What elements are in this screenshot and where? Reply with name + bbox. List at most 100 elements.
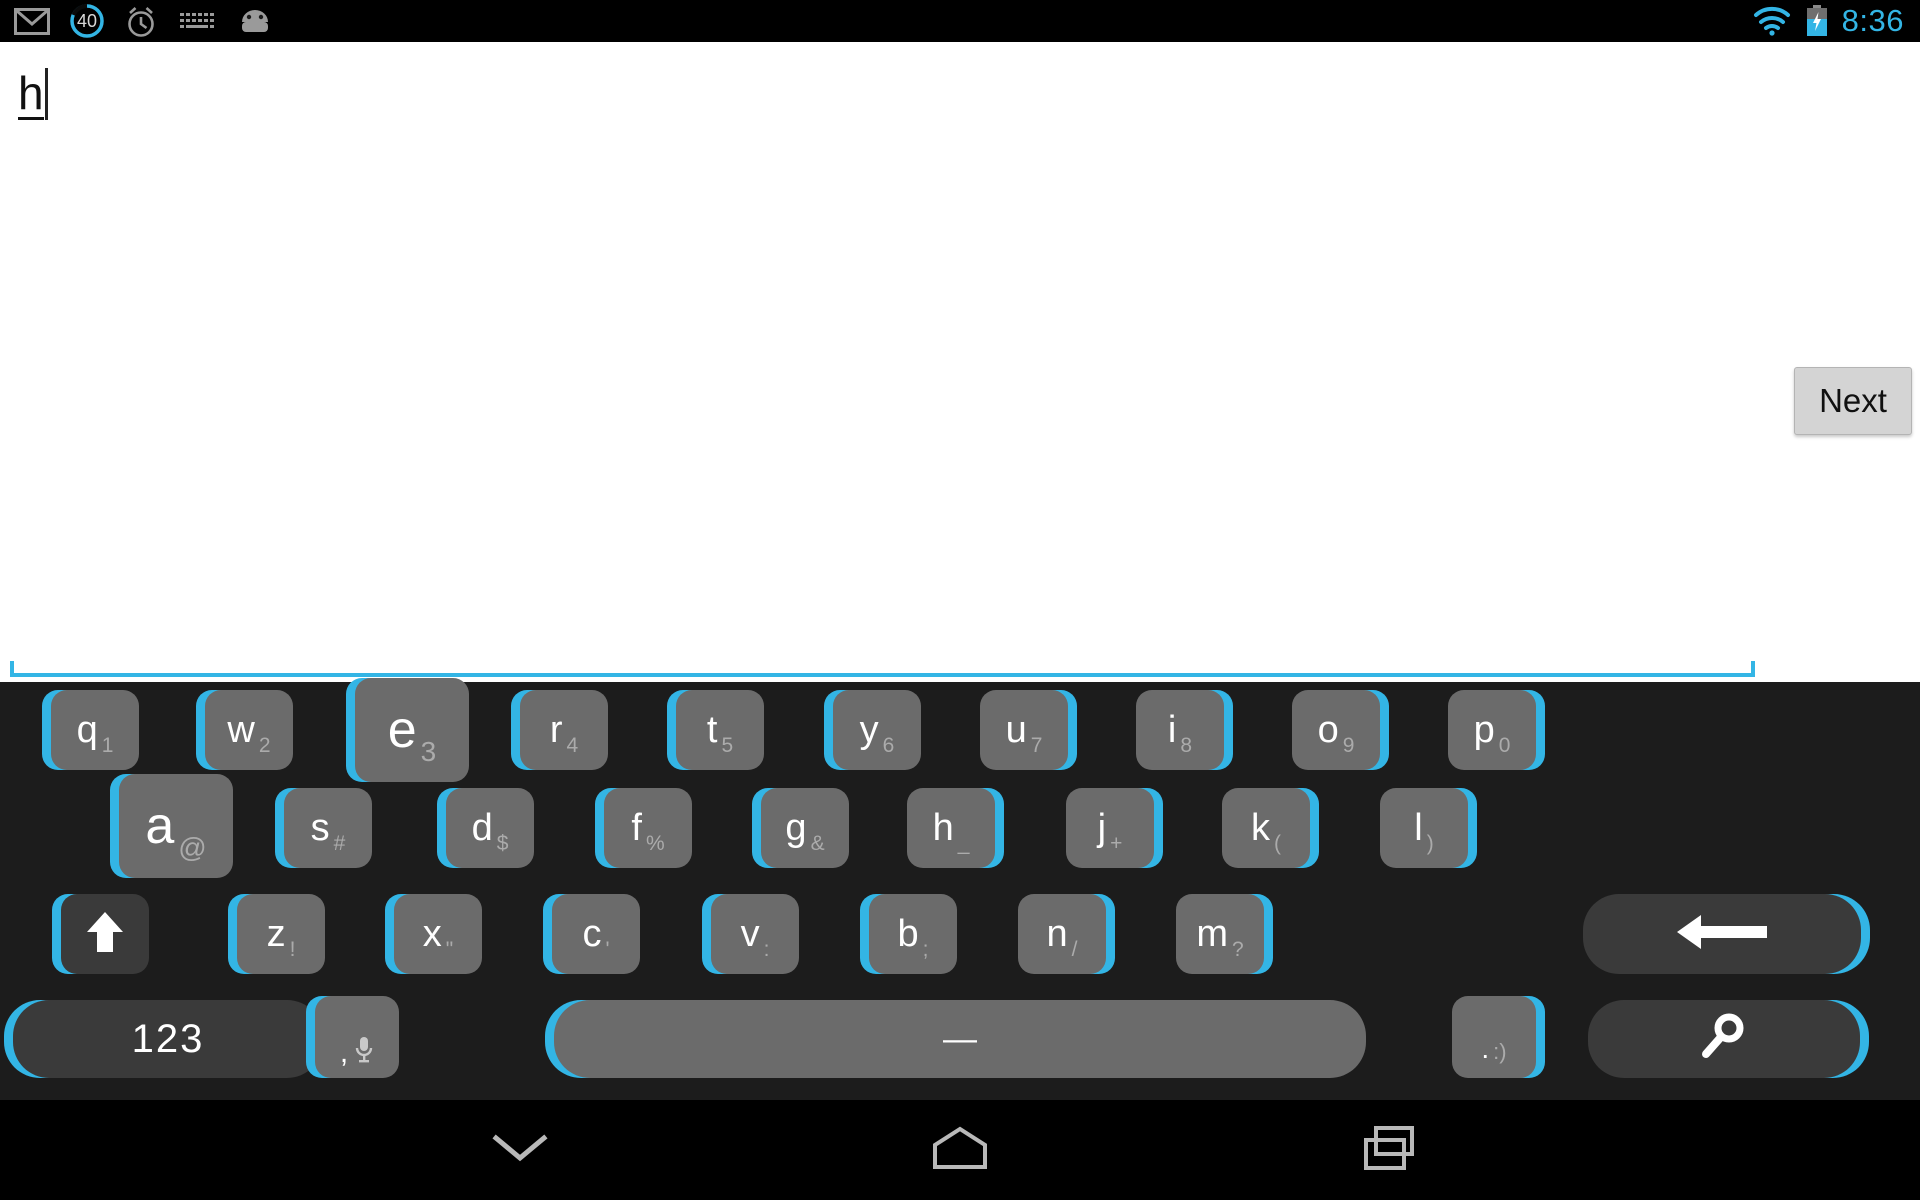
key-face: n / (1018, 894, 1106, 974)
soft-keyboard: q1w2e3r4t5y6u7i8o9p0 a @ s # d $ f% g & h _ j + k(l) … (0, 678, 1920, 1100)
key-face: s # (284, 788, 372, 868)
key-face: b; (869, 894, 957, 974)
search-icon (1696, 1011, 1752, 1068)
key-x[interactable]: x " (385, 894, 482, 974)
key-b[interactable]: b; (860, 894, 957, 974)
key-label: v: (740, 913, 770, 960)
key-l[interactable]: l) (1380, 788, 1477, 868)
key-q[interactable]: q1 (42, 690, 139, 770)
key-f[interactable]: f% (595, 788, 692, 868)
key-v[interactable]: v: (702, 894, 799, 974)
key-c[interactable]: c ' (543, 894, 640, 974)
key-face: m? (1176, 894, 1264, 974)
key-z[interactable]: z! (228, 894, 325, 974)
key-face: c ' (552, 894, 640, 974)
key-label: w2 (227, 711, 270, 756)
key-space[interactable]: — (545, 1000, 1366, 1078)
key-n[interactable]: n / (1018, 894, 1115, 974)
status-bar: 40 8:36 (0, 0, 1920, 42)
key-y[interactable]: y6 (824, 690, 921, 770)
key-sub-label: & (810, 832, 825, 855)
key-sub-label: 4 (566, 734, 579, 757)
key-s[interactable]: s # (275, 788, 372, 868)
key-j[interactable]: j + (1066, 788, 1163, 868)
key-label: d $ (471, 807, 509, 854)
key-w[interactable]: w2 (196, 690, 293, 770)
key-main-label: o (1317, 709, 1339, 751)
key-sub-label: _ (957, 832, 970, 855)
key-h[interactable]: h _ (907, 788, 1004, 868)
key-main-label: k (1251, 807, 1270, 849)
key-label: o9 (1317, 709, 1355, 756)
key-t[interactable]: t5 (667, 690, 764, 770)
key-e[interactable]: e3 (346, 678, 469, 782)
key-face: a @ (119, 774, 233, 878)
key-label: z! (266, 913, 296, 960)
arrow-up-icon (83, 908, 127, 961)
key-label: y6 (860, 711, 895, 756)
key-main-label: s (310, 807, 330, 849)
key-main-label: q (76, 709, 98, 751)
key-label: x " (423, 915, 453, 960)
key-main-label: p (1473, 709, 1495, 751)
key-face: , (315, 996, 399, 1078)
backspace-arrow-icon (1673, 911, 1771, 958)
nav-hide-keyboard[interactable] (420, 1100, 620, 1200)
key-face: q1 (51, 690, 139, 770)
key-r[interactable]: r4 (511, 690, 608, 770)
key-label: n / (1046, 913, 1078, 960)
key-main-label: z (266, 913, 286, 955)
key-main-label: b (897, 913, 919, 955)
key-label: a @ (145, 797, 206, 862)
key-face: e3 (355, 678, 469, 782)
key-label: i8 (1168, 711, 1192, 756)
key-numbers[interactable]: 123 (4, 1000, 323, 1078)
text-input-area[interactable]: h Next (0, 42, 1920, 682)
key-sub-label: ! (289, 938, 296, 961)
key-label: .:) (1481, 1035, 1506, 1063)
key-g[interactable]: g & (752, 788, 849, 868)
key-face: r4 (520, 690, 608, 770)
key-k[interactable]: k( (1222, 788, 1319, 868)
key-sub-label: 2 (258, 734, 271, 757)
key-face (1583, 894, 1861, 974)
key-o[interactable]: o9 (1292, 690, 1389, 770)
key-face: y6 (833, 690, 921, 770)
key-main-label: a (145, 797, 175, 855)
key-sub-label: ? (1231, 938, 1244, 961)
key-comma[interactable]: , (306, 996, 399, 1078)
key-main-label: . (1481, 1033, 1490, 1064)
key-face: u7 (980, 690, 1068, 770)
key-main-label: e (387, 701, 417, 759)
key-main-label: d (471, 807, 493, 849)
key-main-label: h (932, 807, 954, 849)
key-face: g & (761, 788, 849, 868)
key-main-label: v (740, 913, 760, 955)
key-m[interactable]: m? (1176, 894, 1273, 974)
key-sub-label: :) (1493, 1039, 1507, 1064)
key-a[interactable]: a @ (110, 774, 233, 878)
key-sub-label: 8 (1180, 734, 1193, 757)
key-backspace[interactable] (1583, 894, 1870, 974)
key-sub-label: 9 (1342, 734, 1355, 757)
key-sub-label: ) (1426, 832, 1434, 855)
key-u[interactable]: u7 (980, 690, 1077, 770)
wifi-icon (1752, 6, 1792, 36)
key-sub-label: # (333, 832, 346, 855)
next-button[interactable]: Next (1794, 367, 1912, 435)
key-sub-label: % (645, 832, 665, 855)
key-period[interactable]: .:) (1452, 996, 1545, 1078)
key-search[interactable] (1588, 1000, 1869, 1078)
key-main-label: n (1046, 913, 1068, 955)
key-sub-label: : (763, 938, 770, 961)
key-label: m? (1196, 915, 1243, 960)
key-p[interactable]: p0 (1448, 690, 1545, 770)
nav-home[interactable] (860, 1100, 1060, 1200)
nav-recents[interactable] (1290, 1100, 1490, 1200)
key-face: o9 (1292, 690, 1380, 770)
key-i[interactable]: i8 (1136, 690, 1233, 770)
key-d[interactable]: d $ (437, 788, 534, 868)
key-main-label: u (1005, 709, 1027, 751)
alarm-clock-icon (124, 5, 158, 37)
key-shift[interactable] (52, 894, 149, 974)
